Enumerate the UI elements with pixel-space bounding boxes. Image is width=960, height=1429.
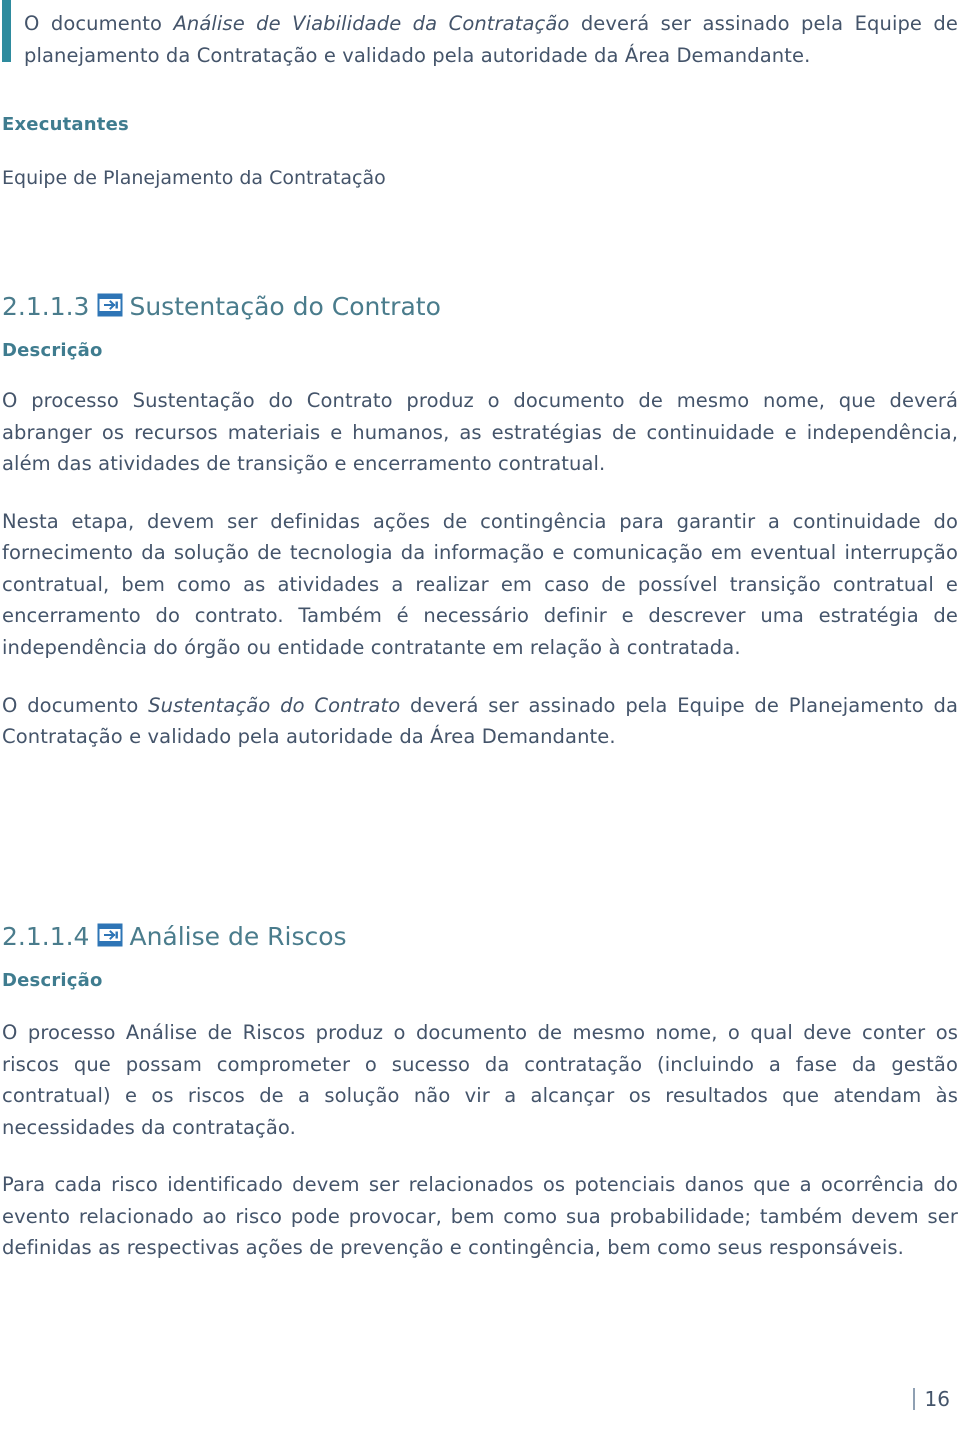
document-form-icon — [97, 923, 123, 947]
section-2-1-1-3-subheading: Descrição — [2, 340, 103, 361]
section-2-1-1-4-title: Análise de Riscos — [129, 922, 347, 951]
section-2-1-1-3-paragraph-2: Nesta etapa, devem ser definidas ações d… — [2, 509, 958, 660]
section-2-1-1-3-paragraph-1: O processo Sustentação do Contrato produ… — [2, 389, 958, 476]
executantes-section: Executantes Equipe de Planejamento da Co… — [2, 114, 958, 193]
section-2-1-1-4-paragraph-1: O processo Análise de Riscos produz o do… — [2, 1021, 958, 1139]
top-callout-paragraph: O documento Análise de Viabilidade da Co… — [24, 0, 958, 71]
section-2-1-1-3-p3-italic: Sustentação do Contrato — [148, 693, 401, 717]
section-2-1-1-4: 2.1.1.4 Análise de Riscos Descrição O pr… — [2, 923, 958, 1264]
section-2-1-1-3-title: Sustentação do Contrato — [129, 292, 441, 321]
section-2-1-1-4-subheading: Descrição — [2, 970, 103, 991]
executantes-heading: Executantes — [2, 114, 129, 135]
section-2-1-1-4-heading: 2.1.1.4 Análise de Riscos — [2, 923, 958, 949]
section-2-1-1-3-number: 2.1.1.3 — [2, 292, 90, 321]
document-form-icon — [97, 293, 123, 317]
footer-divider — [912, 1388, 915, 1410]
section-2-1-1-3-heading: 2.1.1.3 Sustentação do Contrato — [2, 293, 958, 319]
executantes-body: Equipe de Planejamento da Contratação — [2, 167, 386, 189]
section-2-1-1-4-number: 2.1.1.4 — [2, 922, 90, 951]
top-callout-text-before: O documento — [24, 12, 174, 35]
section-2-1-1-4-paragraph-2: Para cada risco identificado devem ser r… — [2, 1173, 958, 1260]
document-page: O documento Análise de Viabilidade da Co… — [0, 0, 960, 1429]
page-footer: 16 — [912, 1387, 950, 1411]
section-2-1-1-3: 2.1.1.3 Sustentação do Contrato Descriçã… — [2, 293, 958, 753]
left-accent-bar — [2, 0, 11, 62]
top-callout-block: O documento Análise de Viabilidade da Co… — [2, 0, 958, 71]
section-2-1-1-3-p3-before: O documento — [2, 693, 149, 717]
page-number: 16 — [924, 1387, 950, 1411]
top-callout-text-italic: Análise de Viabilidade da Contratação — [173, 12, 570, 35]
section-2-1-1-3-paragraph-3: O documento Sustentação do Contrato deve… — [2, 690, 958, 753]
